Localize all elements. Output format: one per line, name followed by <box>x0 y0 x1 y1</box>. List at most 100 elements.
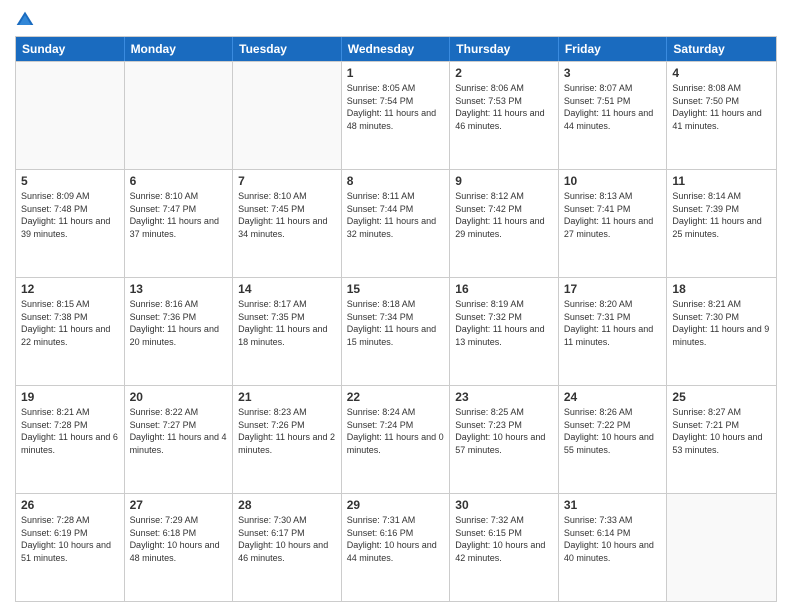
calendar-cell: 1 Sunrise: 8:05 AM Sunset: 7:54 PM Daylig… <box>342 62 451 169</box>
calendar-cell: 11 Sunrise: 8:14 AM Sunset: 7:39 PM Dayli… <box>667 170 776 277</box>
cell-info: Sunrise: 8:10 AM Sunset: 7:47 PM Dayligh… <box>130 190 228 240</box>
calendar-cell <box>667 494 776 601</box>
cell-info: Sunrise: 8:16 AM Sunset: 7:36 PM Dayligh… <box>130 298 228 348</box>
cell-info: Sunrise: 8:14 AM Sunset: 7:39 PM Dayligh… <box>672 190 771 240</box>
calendar-cell: 30 Sunrise: 7:32 AM Sunset: 6:15 PM Dayli… <box>450 494 559 601</box>
day-number: 24 <box>564 390 662 404</box>
calendar-cell: 16 Sunrise: 8:19 AM Sunset: 7:32 PM Dayli… <box>450 278 559 385</box>
calendar-cell: 4 Sunrise: 8:08 AM Sunset: 7:50 PM Daylig… <box>667 62 776 169</box>
day-number: 31 <box>564 498 662 512</box>
day-number: 15 <box>347 282 445 296</box>
logo <box>15 10 39 30</box>
day-number: 30 <box>455 498 553 512</box>
calendar-cell: 29 Sunrise: 7:31 AM Sunset: 6:16 PM Dayli… <box>342 494 451 601</box>
cell-info: Sunrise: 8:24 AM Sunset: 7:24 PM Dayligh… <box>347 406 445 456</box>
calendar-cell: 15 Sunrise: 8:18 AM Sunset: 7:34 PM Dayli… <box>342 278 451 385</box>
logo-icon <box>15 10 35 30</box>
cell-info: Sunrise: 8:26 AM Sunset: 7:22 PM Dayligh… <box>564 406 662 456</box>
day-number: 1 <box>347 66 445 80</box>
day-number: 4 <box>672 66 771 80</box>
cell-info: Sunrise: 8:25 AM Sunset: 7:23 PM Dayligh… <box>455 406 553 456</box>
weekday-header: Sunday <box>16 37 125 61</box>
calendar: SundayMondayTuesdayWednesdayThursdayFrid… <box>15 36 777 602</box>
weekday-header: Tuesday <box>233 37 342 61</box>
day-number: 16 <box>455 282 553 296</box>
day-number: 23 <box>455 390 553 404</box>
calendar-row: 1 Sunrise: 8:05 AM Sunset: 7:54 PM Daylig… <box>16 61 776 169</box>
cell-info: Sunrise: 7:30 AM Sunset: 6:17 PM Dayligh… <box>238 514 336 564</box>
calendar-cell: 12 Sunrise: 8:15 AM Sunset: 7:38 PM Dayli… <box>16 278 125 385</box>
cell-info: Sunrise: 8:21 AM Sunset: 7:28 PM Dayligh… <box>21 406 119 456</box>
cell-info: Sunrise: 7:29 AM Sunset: 6:18 PM Dayligh… <box>130 514 228 564</box>
day-number: 18 <box>672 282 771 296</box>
day-number: 26 <box>21 498 119 512</box>
calendar-cell: 8 Sunrise: 8:11 AM Sunset: 7:44 PM Daylig… <box>342 170 451 277</box>
calendar-cell: 6 Sunrise: 8:10 AM Sunset: 7:47 PM Daylig… <box>125 170 234 277</box>
weekday-header: Thursday <box>450 37 559 61</box>
day-number: 25 <box>672 390 771 404</box>
calendar-cell: 21 Sunrise: 8:23 AM Sunset: 7:26 PM Dayli… <box>233 386 342 493</box>
calendar-cell: 10 Sunrise: 8:13 AM Sunset: 7:41 PM Dayli… <box>559 170 668 277</box>
cell-info: Sunrise: 8:15 AM Sunset: 7:38 PM Dayligh… <box>21 298 119 348</box>
day-number: 14 <box>238 282 336 296</box>
calendar-row: 19 Sunrise: 8:21 AM Sunset: 7:28 PM Dayli… <box>16 385 776 493</box>
calendar-header: SundayMondayTuesdayWednesdayThursdayFrid… <box>16 37 776 61</box>
calendar-cell: 17 Sunrise: 8:20 AM Sunset: 7:31 PM Dayli… <box>559 278 668 385</box>
cell-info: Sunrise: 8:18 AM Sunset: 7:34 PM Dayligh… <box>347 298 445 348</box>
day-number: 7 <box>238 174 336 188</box>
calendar-cell: 28Sunrise: 7:30 AM Sunset: 6:17 PM Dayli… <box>233 494 342 601</box>
weekday-header: Friday <box>559 37 668 61</box>
cell-info: Sunrise: 8:08 AM Sunset: 7:50 PM Dayligh… <box>672 82 771 132</box>
calendar-body: 1 Sunrise: 8:05 AM Sunset: 7:54 PM Daylig… <box>16 61 776 601</box>
cell-info: Sunrise: 8:20 AM Sunset: 7:31 PM Dayligh… <box>564 298 662 348</box>
day-number: 3 <box>564 66 662 80</box>
calendar-cell <box>233 62 342 169</box>
calendar-cell: 23 Sunrise: 8:25 AM Sunset: 7:23 PM Dayli… <box>450 386 559 493</box>
day-number: 10 <box>564 174 662 188</box>
cell-info: Sunrise: 7:31 AM Sunset: 6:16 PM Dayligh… <box>347 514 445 564</box>
calendar-cell: 3 Sunrise: 8:07 AM Sunset: 7:51 PM Daylig… <box>559 62 668 169</box>
calendar-cell: 24 Sunrise: 8:26 AM Sunset: 7:22 PM Dayli… <box>559 386 668 493</box>
day-number: 12 <box>21 282 119 296</box>
calendar-cell: 27Sunrise: 7:29 AM Sunset: 6:18 PM Dayli… <box>125 494 234 601</box>
cell-info: Sunrise: 8:11 AM Sunset: 7:44 PM Dayligh… <box>347 190 445 240</box>
cell-info: Sunrise: 8:13 AM Sunset: 7:41 PM Dayligh… <box>564 190 662 240</box>
calendar-cell: 25 Sunrise: 8:27 AM Sunset: 7:21 PM Dayli… <box>667 386 776 493</box>
cell-info: Sunrise: 8:23 AM Sunset: 7:26 PM Dayligh… <box>238 406 336 456</box>
day-number: 2 <box>455 66 553 80</box>
day-number: 20 <box>130 390 228 404</box>
weekday-header: Monday <box>125 37 234 61</box>
cell-info: Sunrise: 8:19 AM Sunset: 7:32 PM Dayligh… <box>455 298 553 348</box>
cell-info: Sunrise: 7:33 AM Sunset: 6:14 PM Dayligh… <box>564 514 662 564</box>
day-number: 19 <box>21 390 119 404</box>
page: SundayMondayTuesdayWednesdayThursdayFrid… <box>0 0 792 612</box>
day-number: 6 <box>130 174 228 188</box>
calendar-row: 12 Sunrise: 8:15 AM Sunset: 7:38 PM Dayli… <box>16 277 776 385</box>
cell-info: Sunrise: 8:05 AM Sunset: 7:54 PM Dayligh… <box>347 82 445 132</box>
cell-info: Sunrise: 8:10 AM Sunset: 7:45 PM Dayligh… <box>238 190 336 240</box>
cell-info: Sunrise: 8:07 AM Sunset: 7:51 PM Dayligh… <box>564 82 662 132</box>
calendar-cell <box>16 62 125 169</box>
day-number: 22 <box>347 390 445 404</box>
day-number: 21 <box>238 390 336 404</box>
cell-info: Sunrise: 8:22 AM Sunset: 7:27 PM Dayligh… <box>130 406 228 456</box>
day-number: 11 <box>672 174 771 188</box>
cell-info: Sunrise: 8:27 AM Sunset: 7:21 PM Dayligh… <box>672 406 771 456</box>
day-number: 8 <box>347 174 445 188</box>
calendar-row: 5Sunrise: 8:09 AM Sunset: 7:48 PM Daylig… <box>16 169 776 277</box>
weekday-header: Wednesday <box>342 37 451 61</box>
calendar-cell: 2 Sunrise: 8:06 AM Sunset: 7:53 PM Daylig… <box>450 62 559 169</box>
day-number: 29 <box>347 498 445 512</box>
day-number: 17 <box>564 282 662 296</box>
cell-info: Sunrise: 8:06 AM Sunset: 7:53 PM Dayligh… <box>455 82 553 132</box>
header <box>15 10 777 30</box>
calendar-cell: 26Sunrise: 7:28 AM Sunset: 6:19 PM Dayli… <box>16 494 125 601</box>
cell-info: Sunrise: 7:32 AM Sunset: 6:15 PM Dayligh… <box>455 514 553 564</box>
calendar-cell: 31 Sunrise: 7:33 AM Sunset: 6:14 PM Dayli… <box>559 494 668 601</box>
calendar-cell: 14Sunrise: 8:17 AM Sunset: 7:35 PM Dayli… <box>233 278 342 385</box>
calendar-cell: 22 Sunrise: 8:24 AM Sunset: 7:24 PM Dayli… <box>342 386 451 493</box>
day-number: 9 <box>455 174 553 188</box>
day-number: 13 <box>130 282 228 296</box>
calendar-cell: 20 Sunrise: 8:22 AM Sunset: 7:27 PM Dayli… <box>125 386 234 493</box>
day-number: 5 <box>21 174 119 188</box>
